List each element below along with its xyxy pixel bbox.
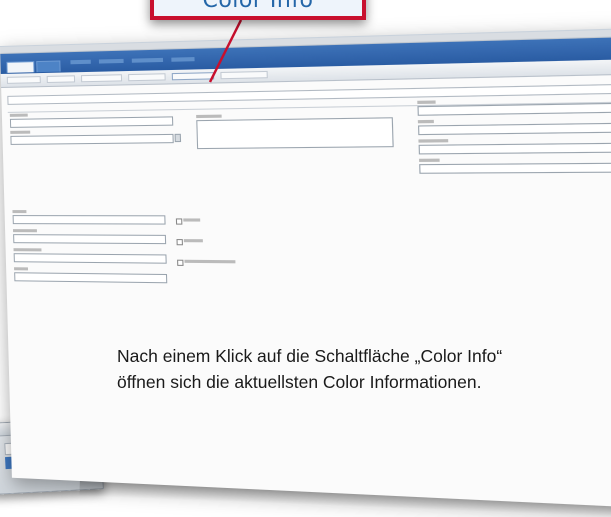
- caption-line-2: öffnen sich die aktuellsten Color Inform…: [117, 372, 482, 392]
- caption-line-1: Nach einem Klick auf die Schaltfläche „C…: [117, 346, 503, 366]
- callout-label: Color Info: [202, 0, 314, 13]
- color-info-callout: Color Info: [150, 0, 366, 20]
- callout-pointer: [208, 19, 243, 83]
- caption: Nach einem Klick auf die Schaltfläche „C…: [117, 343, 611, 395]
